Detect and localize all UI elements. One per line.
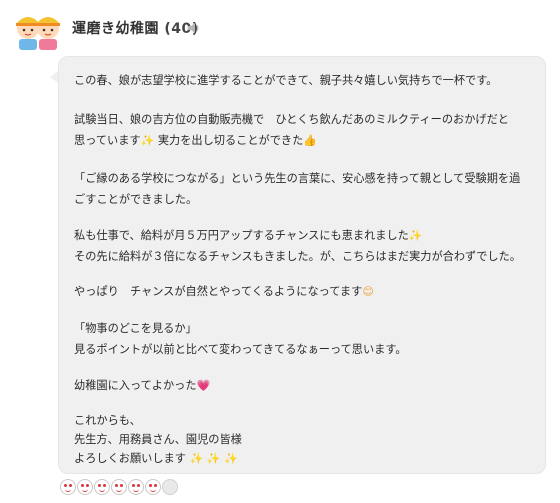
- message-line: よろしくお願いします ✨ ✨ ✨: [74, 452, 238, 465]
- speaker-icon[interactable]: [186, 20, 202, 36]
- sparkle-icon: ✨: [206, 452, 221, 465]
- kindergarten-avatar-icon[interactable]: [12, 6, 64, 52]
- heart-icon: 💗: [196, 379, 211, 392]
- account-name[interactable]: 運磨き幼稚園 (40): [72, 18, 199, 38]
- thumbs-up-icon: 👍: [303, 134, 317, 147]
- message-line: 先生方、用務員さん、園児の皆様: [74, 433, 242, 446]
- sparkle-icon: ✨: [189, 452, 204, 465]
- message-line: 見るポイントが以前と比べて変わってきてるなぁーって思います。: [74, 343, 407, 356]
- message-line: これからも、: [74, 414, 141, 427]
- reaction-bar[interactable]: [60, 478, 178, 496]
- message-line: ごすことができました。: [74, 193, 198, 206]
- post-header: 運磨き幼稚園 (40): [0, 0, 560, 56]
- message-line: やっぱり チャンスが自然とやってくるようになってます😊: [74, 285, 374, 298]
- message-line: 「ご縁のある学校につながる」という先生の言葉に、安心感を持って親として受験期を過: [74, 172, 521, 185]
- message-line: その先に給料が３倍になるチャンスもきました。が、こちらはまだ実力が合わずでした。: [74, 250, 521, 263]
- sparkle-icon: ✨: [408, 229, 423, 242]
- smiley-reaction-icon[interactable]: [145, 479, 161, 495]
- smiley-reaction-icon[interactable]: [128, 479, 144, 495]
- message-line: 幼稚園に入ってよかった💗: [74, 379, 211, 392]
- sparkle-icon: ✨: [140, 134, 155, 147]
- account-name-text: 運磨き幼稚園: [72, 21, 159, 37]
- message-line: 「物事のどこを見るか」: [74, 322, 197, 335]
- message-line: 思っています✨ 実力を出し切ることができた👍: [74, 134, 317, 147]
- message-line: 試験当日、娘の吉方位の自動販売機で ひとくち飲んだあのミルクティーのおかげだと: [74, 113, 509, 126]
- smile-icon: 😊: [362, 285, 374, 298]
- message-line: 私も仕事で、給料が月５万円アップするチャンスにも恵まれました✨: [74, 229, 423, 242]
- more-reactions-icon[interactable]: [162, 479, 178, 495]
- smiley-reaction-icon[interactable]: [77, 479, 93, 495]
- smiley-reaction-icon[interactable]: [94, 479, 110, 495]
- smiley-reaction-icon[interactable]: [111, 479, 127, 495]
- message-line: この春、娘が志望学校に進学することができて、親子共々嬉しい気持ちで一杯です。: [74, 74, 498, 87]
- sparkle-icon: ✨: [223, 452, 238, 465]
- smiley-reaction-icon[interactable]: [60, 479, 76, 495]
